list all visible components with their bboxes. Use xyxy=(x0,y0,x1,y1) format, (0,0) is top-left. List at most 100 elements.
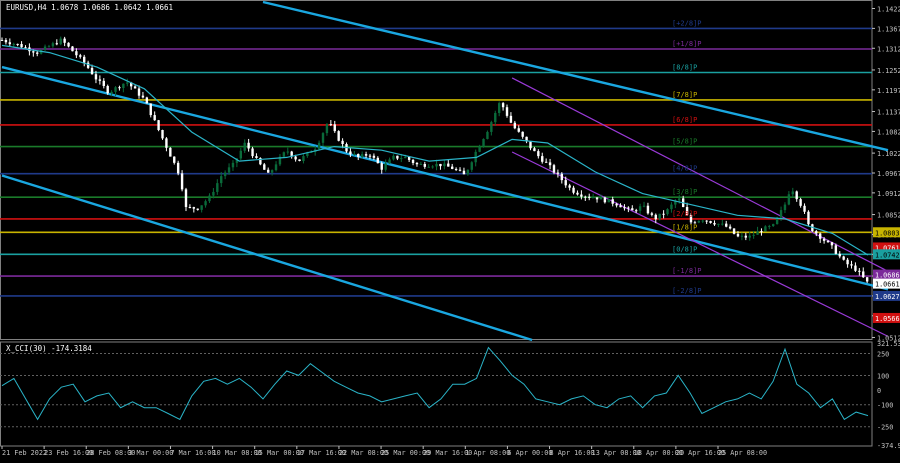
candle-body xyxy=(161,129,164,139)
murrey-level-label: [8/8]P xyxy=(672,63,697,71)
candle-body xyxy=(803,205,806,212)
candle-body xyxy=(795,191,798,200)
candle-body xyxy=(157,120,160,130)
candle-body xyxy=(850,264,853,266)
time-tick-label: 25 Apr 08:00 xyxy=(718,449,767,457)
candle-body xyxy=(451,166,454,169)
candle-body xyxy=(631,208,634,211)
candle-body xyxy=(822,238,826,241)
candle-body xyxy=(407,156,411,160)
candle-body xyxy=(188,207,192,209)
candle-body xyxy=(772,224,775,227)
candle-body xyxy=(427,166,430,168)
candle-body xyxy=(360,154,364,157)
candle-body xyxy=(736,233,740,237)
candle-body xyxy=(94,74,98,80)
candle-body xyxy=(533,148,536,152)
candle-body xyxy=(611,199,614,204)
candle-body xyxy=(204,201,207,206)
time-tick-label: 3 Mar 00:00 xyxy=(128,449,173,457)
candle-body xyxy=(67,42,70,47)
candle-body xyxy=(384,163,387,170)
candle-body xyxy=(576,192,579,195)
candle-body xyxy=(419,163,423,165)
price-tick-label: 1.0967 xyxy=(877,170,900,178)
candle-body xyxy=(591,197,595,199)
candle-body xyxy=(865,277,869,282)
murrey-level-label: [1/8]P xyxy=(672,223,697,231)
candle-body xyxy=(858,270,861,272)
candle-body xyxy=(270,170,274,173)
chart-canvas[interactable]: [+2/8]P [+1/8]P [8/8]P [7/8]P [6/8]P [5/8]P [4… xyxy=(0,0,900,459)
candle-body xyxy=(8,42,12,45)
candle-body xyxy=(114,87,117,92)
price-tick-label: 1.0852 xyxy=(877,212,900,220)
candle-body xyxy=(423,163,426,167)
candle-body xyxy=(862,271,865,278)
candle-body xyxy=(321,133,325,143)
price-marker-label: 1.0661 xyxy=(875,281,900,289)
murrey-level-label: [+2/8]P xyxy=(672,19,702,27)
candle-body xyxy=(713,222,716,225)
candle-body xyxy=(75,51,78,56)
murrey-level-label: [0/8]P xyxy=(672,245,697,253)
candle-body xyxy=(337,131,340,141)
candle-body xyxy=(329,124,333,126)
candle-body xyxy=(544,161,548,163)
time-tick-label: 6 Apr 00:00 xyxy=(507,449,552,457)
candle-body xyxy=(826,240,830,243)
candle-body xyxy=(55,43,59,45)
price-tick-label: 1.1082 xyxy=(877,128,900,136)
candle-body xyxy=(807,211,810,225)
candle-body xyxy=(227,167,231,173)
candle-body xyxy=(153,115,156,121)
candle-body xyxy=(294,156,297,160)
candle-body xyxy=(79,55,82,57)
candle-body xyxy=(842,256,845,260)
candle-body xyxy=(728,226,732,229)
candle-body xyxy=(435,163,438,167)
candle-body xyxy=(642,205,646,207)
price-tick-label: 1.1252 xyxy=(877,67,900,75)
candle-body xyxy=(267,169,270,173)
time-tick-label: 8 Apr 16:00 xyxy=(550,449,595,457)
candle-body xyxy=(787,194,791,205)
cci-tick-label: 0 xyxy=(877,387,881,395)
candle-body xyxy=(317,142,321,150)
candle-body xyxy=(744,235,748,238)
candle-body xyxy=(846,259,849,265)
price-tick-label: 1.1312 xyxy=(877,45,900,53)
candle-body xyxy=(725,223,728,227)
candle-body xyxy=(12,43,15,45)
candle-body xyxy=(552,165,556,173)
candle-body xyxy=(411,159,415,163)
price-tick-label: 1.1197 xyxy=(877,87,900,95)
candle-body xyxy=(372,155,376,158)
candle-body xyxy=(220,176,223,184)
candle-body xyxy=(251,148,254,157)
chart-header: EURUSD,H4 1.0678 1.0686 1.0642 1.0661 xyxy=(6,3,173,12)
candle-body xyxy=(478,146,481,152)
candle-body xyxy=(490,122,493,132)
candle-body xyxy=(51,43,55,47)
candle-body xyxy=(349,151,352,155)
candle-body xyxy=(59,38,62,45)
candle-body xyxy=(302,156,305,162)
candle-body xyxy=(192,207,196,209)
candle-body xyxy=(400,158,403,160)
candle-body xyxy=(466,169,470,175)
candle-body xyxy=(670,204,673,210)
candle-body xyxy=(482,138,485,147)
candle-body xyxy=(231,162,235,168)
candle-body xyxy=(830,242,834,246)
candle-body xyxy=(662,213,665,215)
candle-body xyxy=(274,164,278,171)
candle-body xyxy=(368,155,372,157)
candle-body xyxy=(505,107,509,116)
candle-body xyxy=(537,151,540,157)
candle-body xyxy=(63,38,66,43)
candle-body xyxy=(752,234,755,236)
candle-body xyxy=(447,163,450,167)
price-marker-label: 1.0566 xyxy=(875,315,900,323)
candle-body xyxy=(748,235,751,238)
